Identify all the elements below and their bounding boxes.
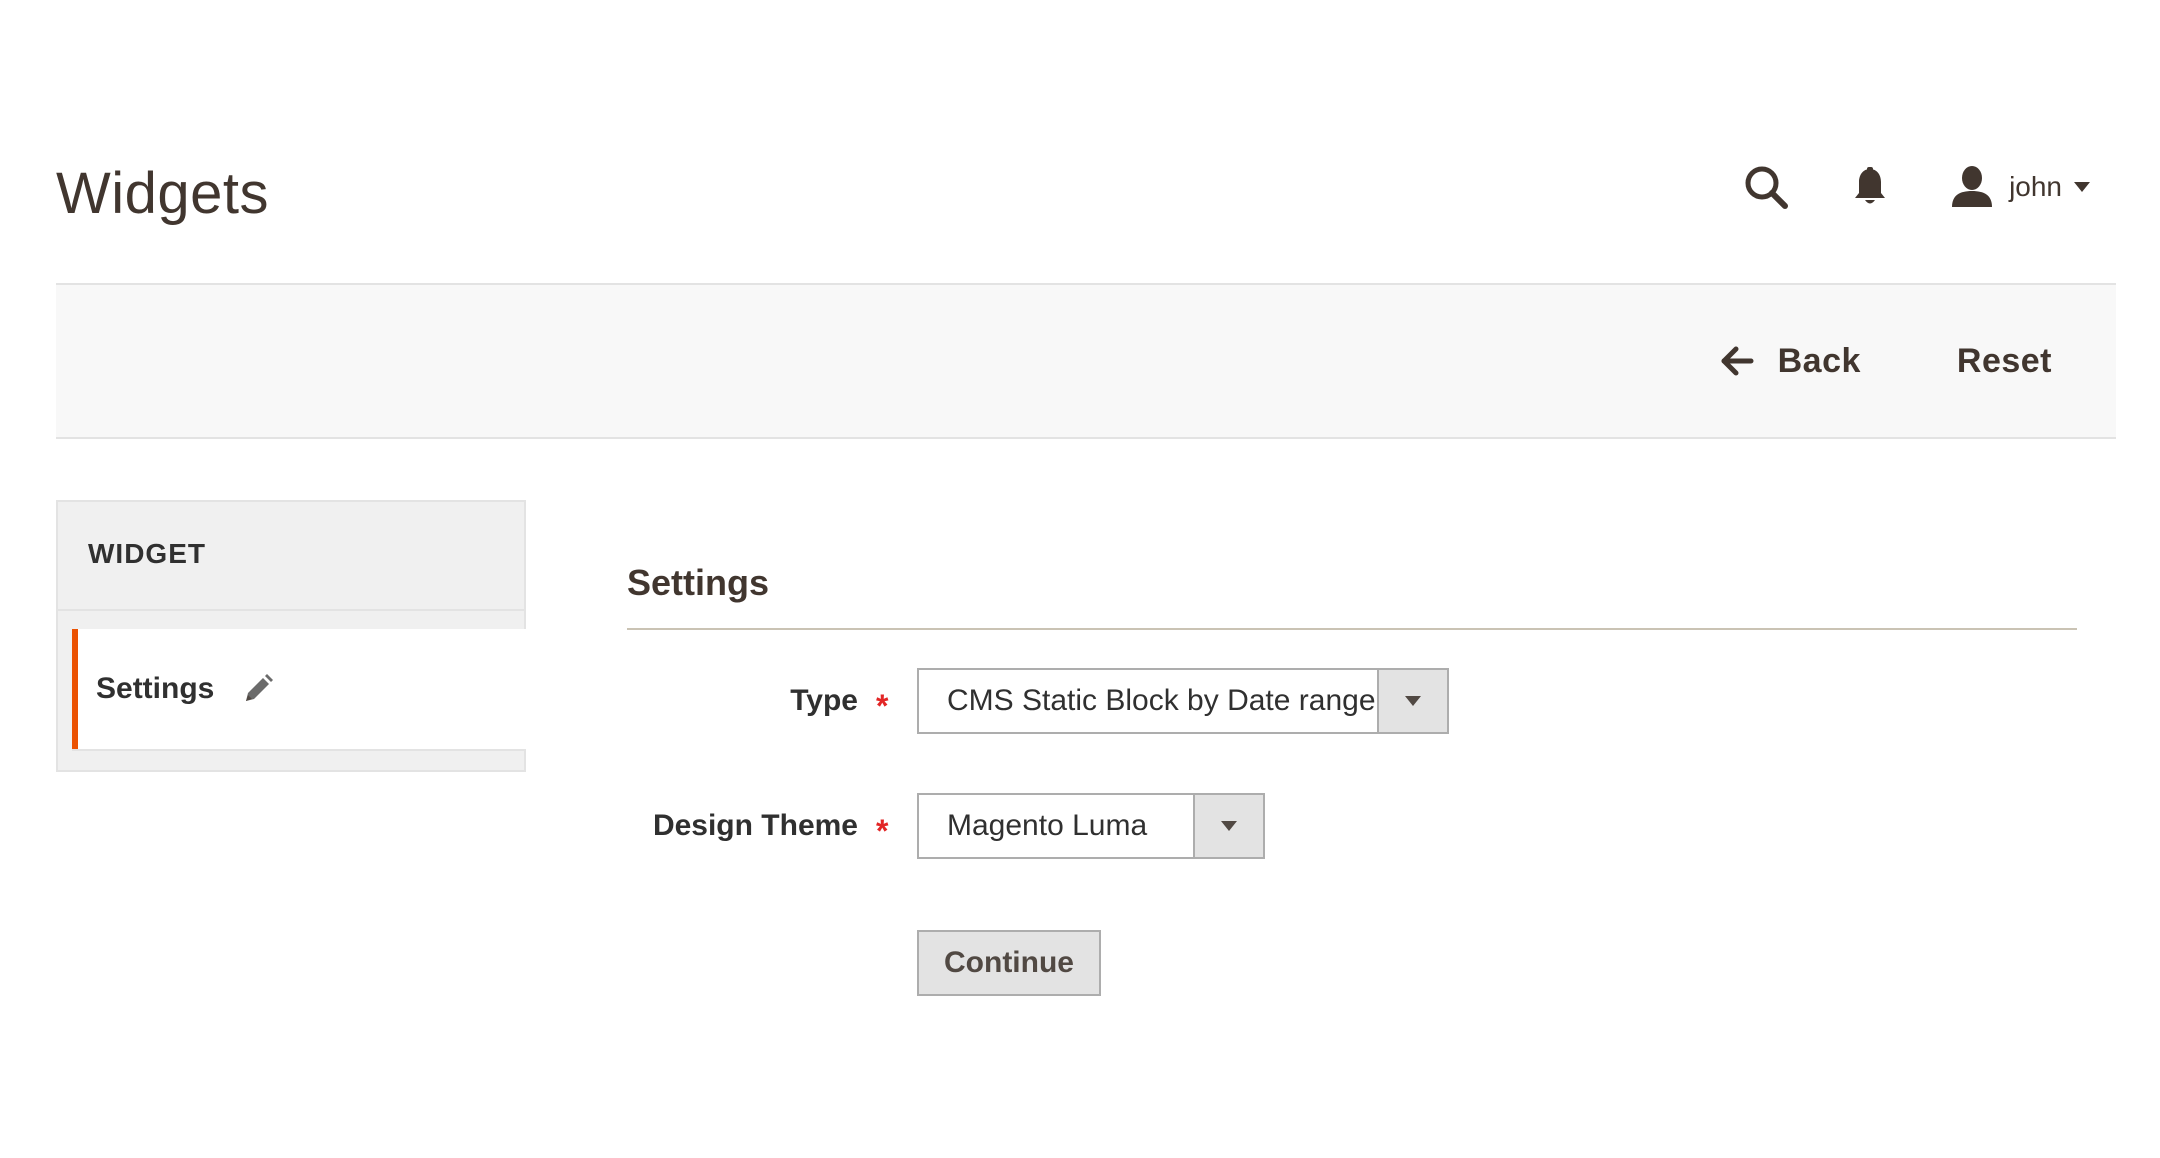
user-icon: [1947, 162, 1997, 212]
type-select-value: CMS Static Block by Date range: [947, 684, 1376, 717]
design-theme-select-toggle[interactable]: [1193, 795, 1263, 857]
design-theme-select[interactable]: Magento Luma: [917, 793, 1265, 859]
type-select[interactable]: CMS Static Block by Date range: [917, 668, 1449, 734]
chevron-down-icon: [1221, 821, 1237, 831]
continue-button[interactable]: Continue: [917, 930, 1101, 996]
tabs-title: WIDGET: [88, 538, 206, 569]
user-name: john: [2009, 171, 2062, 202]
page-actions: Back Reset: [1720, 285, 2052, 437]
arrow-left-icon: [1720, 344, 1754, 378]
type-select-toggle[interactable]: [1377, 670, 1447, 732]
type-label: Type: [790, 684, 858, 717]
fieldset-title: Settings: [627, 562, 770, 603]
divider: [58, 609, 524, 611]
divider: [627, 628, 2077, 630]
design-theme-label: Design Theme: [652, 809, 858, 842]
divider: [72, 749, 524, 751]
required-marker: *: [876, 813, 889, 849]
design-theme-select-value: Magento Luma: [947, 809, 1148, 842]
back-button[interactable]: Back: [1720, 342, 1861, 381]
header-actions: john: [1739, 160, 2090, 214]
chevron-down-icon: [2074, 182, 2090, 192]
chevron-down-icon: [1405, 696, 1421, 706]
required-marker: *: [876, 688, 889, 724]
page-actions-bar: Back Reset: [56, 283, 2116, 439]
widget-tabs: WIDGET Settings: [56, 500, 526, 772]
tab-settings-label: Settings: [96, 672, 215, 705]
back-button-label: Back: [1777, 341, 1861, 380]
user-menu[interactable]: john: [1947, 162, 2090, 212]
search-icon[interactable]: [1739, 160, 1793, 214]
bell-icon[interactable]: [1843, 160, 1897, 214]
page: Widgets john Back Reset WIDGET Settings …: [0, 0, 2160, 1158]
reset-button[interactable]: Reset: [1957, 342, 2052, 381]
page-title: Widgets: [56, 161, 270, 226]
reset-button-label: Reset: [1956, 341, 2052, 380]
pencil-icon: [242, 673, 274, 705]
